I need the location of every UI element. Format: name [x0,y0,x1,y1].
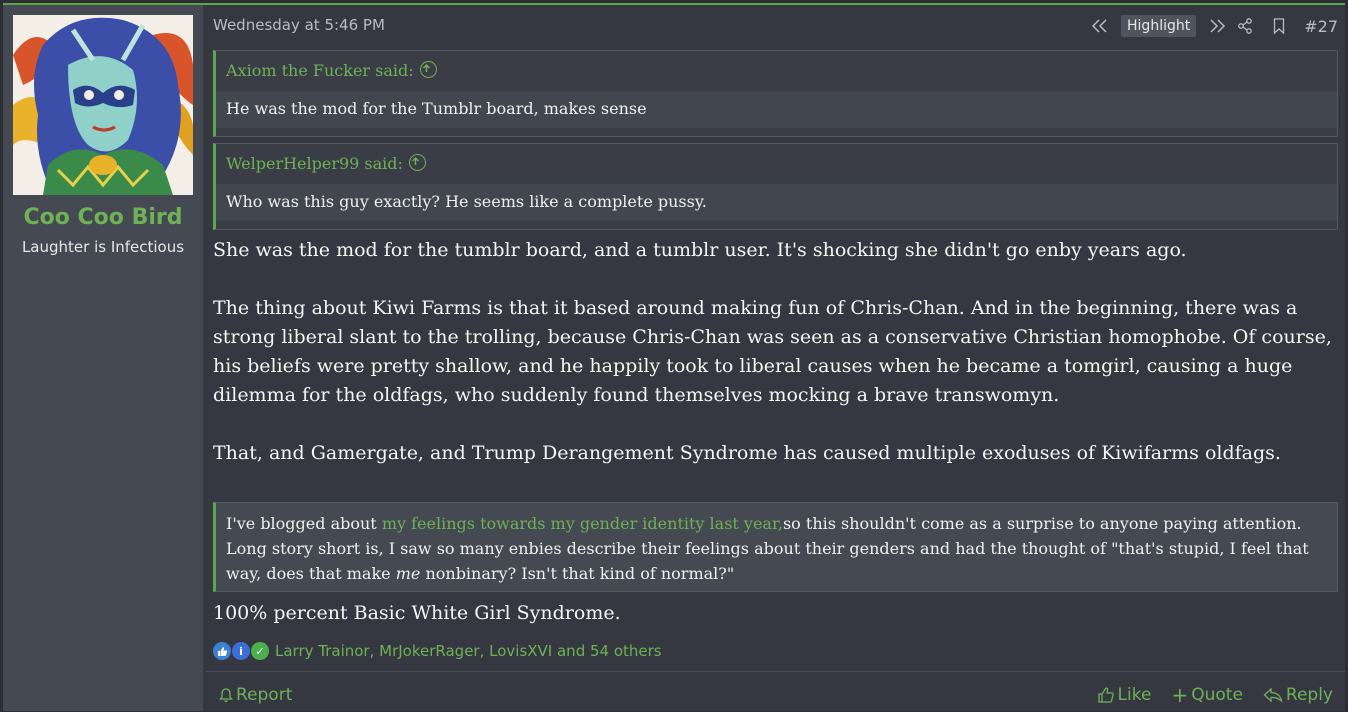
reaction-users[interactable]: Larry Trainor, MrJokerRager, LovisXVI an… [275,642,662,660]
user-sidebar: Coo Coo Bird Laughter is Infectious [3,5,203,711]
quote-author[interactable]: WelperHelper99 said: [226,154,403,173]
highlight-button[interactable]: Highlight [1121,15,1197,37]
reply-icon [1263,687,1283,703]
paragraph: The thing about Kiwi Farms is that it ba… [213,297,1332,406]
paragraph: She was the mod for the tumblr board, an… [213,239,1187,261]
agree-reaction-icon[interactable]: ✓ [251,642,269,660]
avatar[interactable] [13,15,193,195]
post-actions: Highlight #27 [1089,15,1338,37]
post-number[interactable]: #27 [1296,15,1338,37]
bookmark-icon[interactable] [1262,15,1296,37]
post-footer: Report Like + Quote Reply [206,671,1345,712]
like-reaction-icon[interactable] [213,642,231,660]
quote-block: Axiom the Fucker said: He was the mod fo… [213,50,1338,137]
share-icon[interactable] [1228,15,1262,37]
user-title: Laughter is Infectious [21,238,185,256]
post-date[interactable]: Wednesday at 5:46 PM [213,16,385,34]
paragraph: That, and Gamergate, and Trump Derangeme… [213,442,1281,464]
post-main: Wednesday at 5:46 PM Highlight #27 Axiom… [206,5,1345,711]
bell-icon [219,688,233,703]
jump-up-icon[interactable] [408,154,426,171]
reactions-bar: i ✓ Larry Trainor, MrJokerRager, LovisXV… [213,639,662,663]
signature-link[interactable]: my feelings towards my gender identity l… [382,514,783,533]
quote-text: Who was this guy exactly? He seems like … [216,184,1337,221]
tail-text: 100% percent Basic White Girl Syndrome. [213,602,621,624]
quote-text: He was the mod for the Tumblr board, mak… [216,91,1337,128]
quote-author[interactable]: Axiom the Fucker said: [226,61,414,80]
forum-post: Coo Coo Bird Laughter is Infectious Wedn… [3,3,1345,711]
like-button[interactable]: Like [1097,685,1151,705]
quote-block: WelperHelper99 said: Who was this guy ex… [213,143,1338,230]
username[interactable]: Coo Coo Bird [3,205,203,230]
reply-button[interactable]: Reply [1263,685,1333,705]
fast-forward-icon[interactable] [1206,15,1228,37]
report-button[interactable]: Report [219,685,292,705]
plus-icon: + [1171,683,1189,707]
thumbs-up-icon [1097,687,1114,703]
post-header: Wednesday at 5:46 PM Highlight #27 [213,15,1338,37]
jump-up-icon[interactable] [419,61,437,78]
post-body: She was the mod for the tumblr board, an… [213,236,1338,468]
informative-reaction-icon[interactable]: i [232,642,250,660]
quote-button[interactable]: + Quote [1171,685,1242,705]
signature: I've blogged about my feelings towards m… [213,502,1338,592]
rewind-icon[interactable] [1089,15,1111,37]
